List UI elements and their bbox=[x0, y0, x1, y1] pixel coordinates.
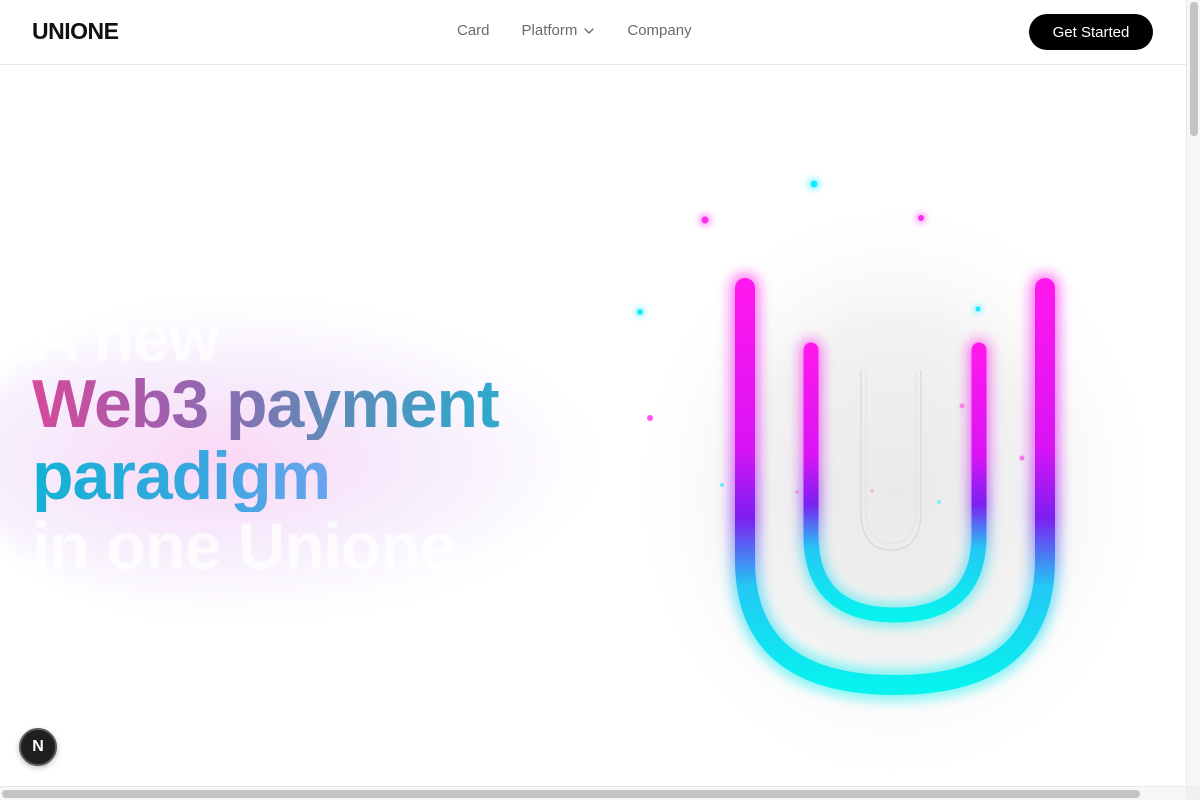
scrollbar-corner bbox=[1186, 786, 1200, 800]
nav-link-card-label: Card bbox=[457, 22, 490, 39]
hero-ghost-text-bottom: in one Unione bbox=[32, 509, 456, 583]
site-header: UNIONE Card Platform Company Get Started bbox=[0, 0, 1186, 65]
main-nav: Card Platform Company bbox=[457, 22, 692, 39]
hero-headline: Web3 payment paradigm bbox=[32, 368, 572, 512]
chevron-down-icon bbox=[584, 27, 595, 34]
vertical-scrollbar[interactable] bbox=[1186, 0, 1200, 786]
vertical-scrollbar-thumb[interactable] bbox=[1190, 2, 1198, 136]
horizontal-scrollbar-thumb[interactable] bbox=[2, 790, 1140, 798]
hero-headline-line1: Web3 payment bbox=[32, 368, 572, 440]
nav-link-card[interactable]: Card bbox=[457, 22, 490, 39]
nav-link-platform[interactable]: Platform bbox=[522, 22, 596, 39]
n-badge-button[interactable]: N bbox=[19, 728, 57, 766]
hero-headline-line2: paradigm bbox=[32, 440, 372, 512]
page-viewport: UNIONE Card Platform Company Get Started… bbox=[0, 0, 1186, 786]
nav-link-platform-label: Platform bbox=[521, 22, 578, 39]
horizontal-scrollbar[interactable] bbox=[0, 786, 1186, 800]
nav-link-company[interactable]: Company bbox=[627, 22, 691, 39]
u-logo-icon bbox=[625, 177, 1165, 780]
get-started-button[interactable]: Get Started bbox=[1029, 14, 1153, 50]
hero-ghost-text-top: A new bbox=[32, 301, 220, 375]
nav-link-company-label: Company bbox=[627, 22, 692, 39]
brand-logo[interactable]: UNIONE bbox=[32, 18, 119, 45]
